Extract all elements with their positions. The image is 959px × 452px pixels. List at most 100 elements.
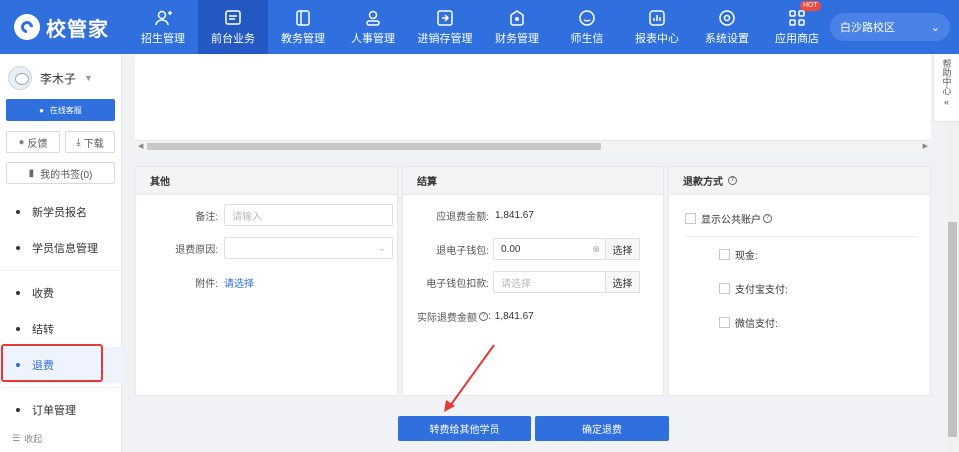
cash-checkbox[interactable] <box>719 249 730 260</box>
feedback-icon: ● <box>18 136 25 148</box>
bookmarks-button[interactable]: ▮ 我的书签(0) <box>6 162 115 184</box>
nav-item-1[interactable]: 前台业务 <box>198 0 268 54</box>
chart-icon <box>648 9 666 27</box>
bullet-icon <box>16 408 20 412</box>
download-icon: ⤓ <box>76 136 81 148</box>
bullet-icon <box>16 210 20 214</box>
scroll-thumb[interactable] <box>147 143 601 150</box>
nav-item-5[interactable]: 财务管理 <box>482 0 552 54</box>
double-chevron-left-icon[interactable]: « <box>944 97 949 107</box>
box-icon <box>436 9 454 27</box>
top-bar: 校管家 招生管理 前台业务 教务管理 人事管理 进销存管理 财务管理 师生信 报表中心 系统设置… <box>0 0 959 54</box>
campus-value: 白沙路校区 <box>840 22 895 34</box>
user-icon <box>364 9 382 27</box>
alipay-checkbox[interactable] <box>719 283 730 294</box>
nav-item-3[interactable]: 人事管理 <box>338 0 408 54</box>
refund-highlight-box <box>1 344 103 382</box>
nav-label: 财务管理 <box>495 32 539 45</box>
reason-label: 退费原因: <box>175 244 218 256</box>
actual-refund-label: 实际退费金额 <box>417 313 477 324</box>
ewallet-refund-value: 0.00 <box>501 243 521 255</box>
ewallet-select-button[interactable]: 选择 <box>606 238 640 260</box>
other-panel: 其他 备注: 请输入 退费原因: ⌄ 附件: 请选择 <box>135 166 398 396</box>
menu-label: 学员信息管理 <box>32 243 98 255</box>
nav-item-7[interactable]: 报表中心 <box>622 0 692 54</box>
hot-badge: HOT <box>800 0 821 11</box>
scroll-right-icon[interactable]: ▶ <box>923 142 928 150</box>
nav-label: 招生管理 <box>141 32 185 45</box>
chevron-down-icon: ⌄ <box>930 21 940 34</box>
nav-item-2[interactable]: 教务管理 <box>268 0 338 54</box>
remark-input[interactable]: 请输入 <box>224 204 393 226</box>
due-amount-value: 1,841.67 <box>495 210 534 221</box>
clear-icon[interactable]: ⊗ <box>592 244 600 255</box>
attachment-select-link[interactable]: 请选择 <box>224 275 254 290</box>
logo[interactable]: 校管家 <box>14 13 109 41</box>
book-icon <box>294 9 312 27</box>
nav-item-0[interactable]: 招生管理 <box>128 0 198 54</box>
download-button[interactable]: ⤓ 下载 <box>65 131 115 153</box>
sidebar-item-transfer[interactable]: 结转 <box>0 311 122 347</box>
attachment-label: 附件: <box>195 279 218 290</box>
nav-label: 师生信 <box>570 32 604 45</box>
gear-icon <box>718 9 736 27</box>
campus-select[interactable]: 白沙路校区 ⌄ <box>830 13 950 41</box>
online-service-label: 在线客服 <box>49 105 82 115</box>
user-profile[interactable]: 李木子 ▼ <box>8 66 93 90</box>
menu-label: 结转 <box>32 324 54 336</box>
bullet-icon <box>16 246 20 250</box>
brand-name: 校管家 <box>46 18 109 41</box>
scroll-thumb[interactable] <box>948 222 957 437</box>
panel-title-row: 退款方式 ? <box>669 167 930 195</box>
sidebar: 李木子 ▼ ● 在线客服 ● 反馈 ⤓ 下载 ▮ 我的书签(0) 新学员报名 学… <box>0 54 122 452</box>
deduct-select-button[interactable]: 选择 <box>606 271 640 293</box>
menu-label: 收费 <box>32 288 54 300</box>
feedback-button[interactable]: ● 反馈 <box>6 131 60 153</box>
sidebar-item-student-info[interactable]: 学员信息管理 <box>0 230 122 266</box>
sidebar-menu: 新学员报名 学员信息管理 收费 结转 退费 订单管理 <box>0 194 122 428</box>
help-icon[interactable]: ? <box>728 176 737 185</box>
monitor-icon <box>224 9 242 27</box>
nav-label: 应用商店 <box>775 32 819 45</box>
transfer-to-student-button[interactable]: 转费给其他学员 <box>398 416 531 441</box>
username: 李木子 <box>40 71 77 86</box>
nav-label: 教务管理 <box>281 32 325 45</box>
caret-down-icon: ▼ <box>84 73 93 83</box>
collapse-button[interactable]: ☰ 收起 <box>12 432 42 445</box>
horizontal-scrollbar[interactable]: ◀ ▶ <box>135 140 931 152</box>
panel-title: 结算 <box>403 167 663 195</box>
nav-item-6[interactable]: 师生信 <box>552 0 622 54</box>
chat-icon <box>578 9 596 27</box>
sidebar-item-new-enrollment[interactable]: 新学员报名 <box>0 194 122 230</box>
scroll-left-icon[interactable]: ◀ <box>138 142 143 150</box>
bullet-icon <box>16 327 20 331</box>
sidebar-item-charge[interactable]: 收费 <box>0 275 122 311</box>
settlement-panel: 结算 应退费金额: 1,841.67 退电子钱包: 0.00 ⊗ 选择 电子钱包… <box>402 166 664 396</box>
help-center-label: 帮助中心 <box>941 59 952 95</box>
help-icon[interactable]: ? <box>763 214 772 223</box>
headset-icon: ● <box>39 105 44 115</box>
online-service-button[interactable]: ● 在线客服 <box>6 99 115 121</box>
confirm-refund-button[interactable]: 确定退费 <box>535 416 669 441</box>
ewallet-refund-input[interactable]: 0.00 ⊗ <box>493 238 606 260</box>
nav-item-8[interactable]: 系统设置 <box>692 0 762 54</box>
alipay-label: 支付宝支付: <box>735 285 788 296</box>
reason-select[interactable]: ⌄ <box>224 237 393 259</box>
ewallet-deduct-label: 电子钱包扣款: <box>426 278 489 290</box>
nav-label: 系统设置 <box>705 32 749 45</box>
wechat-checkbox[interactable] <box>719 317 730 328</box>
collapse-label: 收起 <box>24 434 43 444</box>
ewallet-deduct-input[interactable]: 请选择 <box>493 271 606 293</box>
help-center-tab[interactable]: 帮助中心 « <box>933 54 959 122</box>
public-account-label: 显示公共账户 <box>701 215 761 226</box>
due-amount-label: 应退费金额: <box>436 212 489 223</box>
nav-item-4[interactable]: 进销存管理 <box>408 0 482 54</box>
remark-label: 备注: <box>195 211 218 223</box>
refund-method-panel: 退款方式 ? 显示公共账户 ? 现金: 支付宝支付: 微信支付: <box>668 166 931 396</box>
help-icon[interactable]: ? <box>479 312 488 321</box>
nav-item-9[interactable]: HOT 应用商店 <box>762 0 832 54</box>
sidebar-item-orders[interactable]: 订单管理 <box>0 392 122 428</box>
avatar <box>8 66 32 90</box>
ewallet-refund-label: 退电子钱包: <box>436 245 489 257</box>
public-account-checkbox[interactable] <box>685 213 696 224</box>
